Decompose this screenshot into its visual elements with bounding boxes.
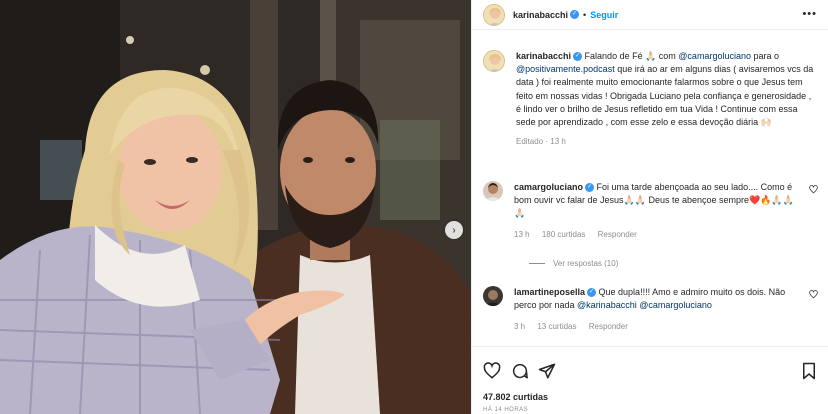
- verified-icon: ✓: [570, 10, 580, 19]
- view-replies-button[interactable]: Ver respostas (10): [529, 259, 618, 268]
- mention-link[interactable]: @camargoluciano: [678, 51, 751, 61]
- edited-label: Editado: [516, 137, 544, 147]
- comment-time: 13 h: [514, 230, 530, 239]
- share-icon[interactable]: [538, 362, 556, 380]
- reply-button[interactable]: Responder: [589, 322, 628, 331]
- comment-text: camargoluciano ✓ Foi uma tarde abençoada …: [514, 181, 804, 220]
- comment-meta: 3 h 13 curtidas Responder: [514, 322, 804, 331]
- commenter-avatar[interactable]: [483, 286, 503, 306]
- bookmark-icon[interactable]: [800, 362, 818, 380]
- verified-icon: ✓: [585, 183, 595, 193]
- verified-icon: ✓: [587, 288, 597, 298]
- mention-link[interactable]: @camargoluciano: [639, 300, 712, 310]
- heart-icon[interactable]: [483, 362, 501, 380]
- comment-icon[interactable]: [511, 362, 529, 380]
- caption-time: 13 h: [550, 137, 566, 147]
- caption-meta: Editado · 13 h: [516, 137, 818, 146]
- caption-text-part: para o: [750, 51, 780, 61]
- view-replies-label: Ver respostas (10): [553, 259, 619, 268]
- caption-username[interactable]: karinabacchi: [516, 51, 571, 61]
- reply-button[interactable]: Responder: [598, 230, 637, 239]
- post-side-panel: karinabacchi ✓ • Seguir ••• karinabacchi…: [471, 0, 828, 414]
- comment-item: lamartineposella ✓ Que dupla!!!! Amo e ad…: [483, 286, 818, 331]
- post-caption: karinabacchi ✓ Falando de Fé 🙏🏻 com @cama…: [483, 50, 818, 146]
- comment-text: lamartineposella ✓ Que dupla!!!! Amo e ad…: [514, 286, 804, 312]
- caption-avatar[interactable]: [483, 50, 505, 72]
- heart-icon[interactable]: [809, 290, 818, 299]
- divider: [529, 263, 545, 264]
- more-icon[interactable]: •••: [802, 8, 817, 20]
- commenter-username[interactable]: camargoluciano: [514, 182, 583, 192]
- post-header: karinabacchi ✓ • Seguir •••: [472, 0, 828, 30]
- post-view: › karinabacchi ✓ • Seguir ••• karinabacc…: [0, 0, 828, 414]
- author-username[interactable]: karinabacchi: [513, 10, 568, 20]
- comment-meta: 13 h 180 curtidas Responder: [514, 230, 804, 239]
- comment-item: camargoluciano ✓ Foi uma tarde abençoada …: [483, 181, 818, 239]
- separator-dot: •: [583, 9, 587, 20]
- commenter-avatar[interactable]: [483, 181, 503, 201]
- heart-icon[interactable]: [809, 185, 818, 194]
- comment-likes[interactable]: 180 curtidas: [542, 230, 586, 239]
- verified-icon: ✓: [573, 52, 583, 62]
- comment-likes[interactable]: 13 curtidas: [537, 322, 576, 331]
- mention-link[interactable]: @positivamente.podcast: [516, 64, 615, 74]
- likes-count[interactable]: 47.802 curtidas: [483, 392, 548, 402]
- commenter-username[interactable]: lamartineposella: [514, 287, 585, 297]
- mention-link[interactable]: @karinabacchi: [577, 300, 637, 310]
- post-photo[interactable]: ›: [0, 0, 471, 414]
- caption-text: karinabacchi ✓ Falando de Fé 🙏🏻 com @cama…: [516, 50, 818, 129]
- chevron-right-icon: ›: [452, 224, 456, 236]
- next-photo-button[interactable]: ›: [445, 221, 463, 239]
- comment-time: 3 h: [514, 322, 526, 331]
- post-timestamp: HÁ 14 HORAS: [483, 407, 529, 413]
- follow-button[interactable]: Seguir: [590, 10, 618, 20]
- caption-text-part: Falando de Fé 🙏🏻 com: [584, 51, 679, 61]
- author-avatar[interactable]: [483, 3, 505, 26]
- action-bar: [472, 346, 828, 386]
- photo-illustration: [0, 0, 471, 414]
